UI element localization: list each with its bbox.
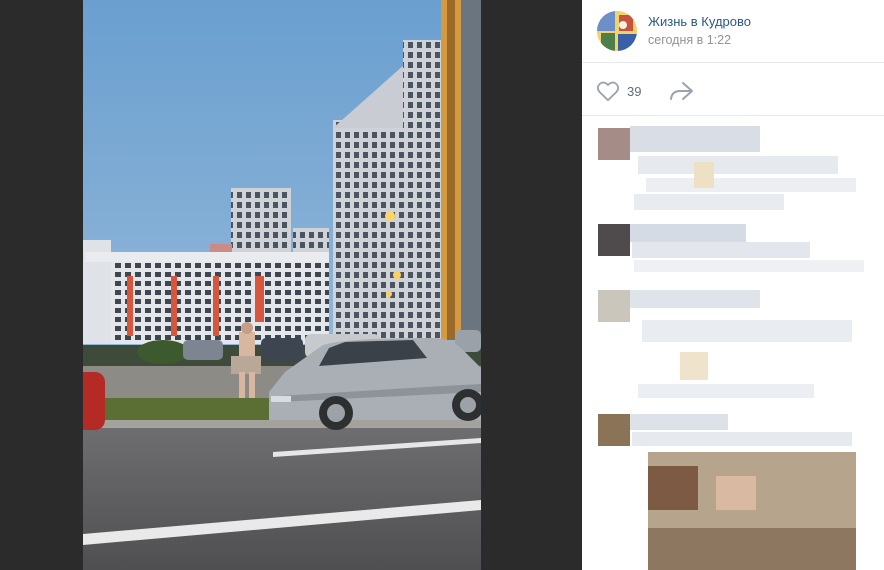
group-avatar[interactable] xyxy=(597,11,637,51)
post-side-panel: Жизнь в Кудрово сегодня в 1:22 39 xyxy=(582,0,884,570)
comment-image-blurred xyxy=(648,528,856,570)
comment-text-blurred xyxy=(632,242,810,258)
comment-text-blurred xyxy=(634,194,784,210)
like-count: 39 xyxy=(627,83,642,99)
comment-image-blurred xyxy=(716,476,756,510)
comment-avatar-blurred xyxy=(598,290,630,322)
comment-text-blurred xyxy=(632,432,852,446)
comment-text-blurred xyxy=(646,178,856,192)
share-button[interactable] xyxy=(668,80,694,102)
comment-text-blurred xyxy=(642,320,852,342)
photo-viewer xyxy=(0,0,582,570)
share-arrow-icon xyxy=(670,82,693,100)
post-header: Жизнь в Кудрово сегодня в 1:22 xyxy=(582,0,884,63)
comment-text-blurred xyxy=(630,224,746,242)
comment-text-blurred xyxy=(630,414,728,430)
comment-text-blurred xyxy=(630,290,760,308)
street-scene-image xyxy=(83,0,481,570)
comment-text-blurred xyxy=(638,156,838,174)
comments-list-pixelated xyxy=(582,116,884,570)
group-name-link[interactable]: Жизнь в Кудрово xyxy=(648,14,751,29)
post-time[interactable]: сегодня в 1:22 xyxy=(648,33,731,47)
heart-outline-icon xyxy=(596,81,620,102)
comment-text-blurred xyxy=(634,260,864,272)
comment-text-blurred xyxy=(638,384,814,398)
comment-text-blurred xyxy=(630,126,760,152)
comment-text-blurred xyxy=(694,162,714,188)
like-button[interactable]: 39 xyxy=(596,80,641,102)
post-photo[interactable] xyxy=(83,0,481,570)
comment-image-blurred xyxy=(648,466,698,510)
post-actions: 39 xyxy=(582,63,884,116)
comment-avatar-blurred xyxy=(598,224,630,256)
comment-avatar-blurred xyxy=(598,128,630,160)
comment-text-blurred xyxy=(680,352,708,380)
comment-avatar-blurred xyxy=(598,414,630,446)
